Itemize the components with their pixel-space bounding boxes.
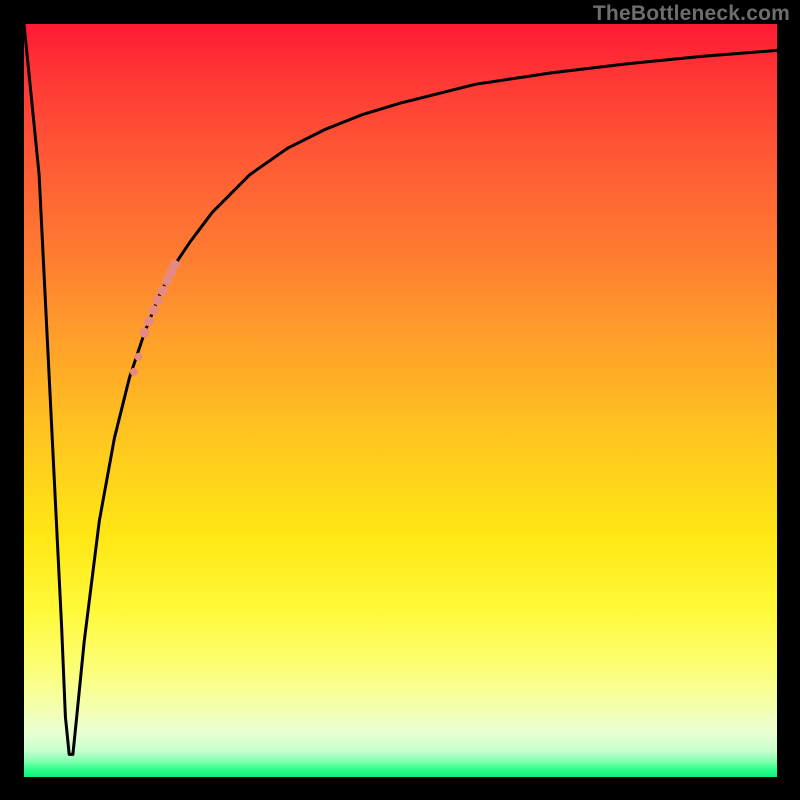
- highlight-dot: [140, 328, 150, 338]
- watermark-text: TheBottleneck.com: [593, 2, 790, 26]
- highlight-dot: [170, 260, 180, 270]
- plot-area: [24, 24, 777, 777]
- highlight-dot: [153, 295, 163, 305]
- highlight-dot: [149, 305, 159, 315]
- highlight-dot: [144, 316, 154, 326]
- chart-frame: TheBottleneck.com: [0, 0, 800, 800]
- highlight-dot: [158, 286, 168, 296]
- highlight-dot: [135, 353, 143, 361]
- chart-svg: [24, 24, 777, 777]
- bottleneck-curve: [24, 24, 777, 754]
- highlight-dots: [130, 260, 180, 376]
- highlight-dot: [130, 368, 138, 376]
